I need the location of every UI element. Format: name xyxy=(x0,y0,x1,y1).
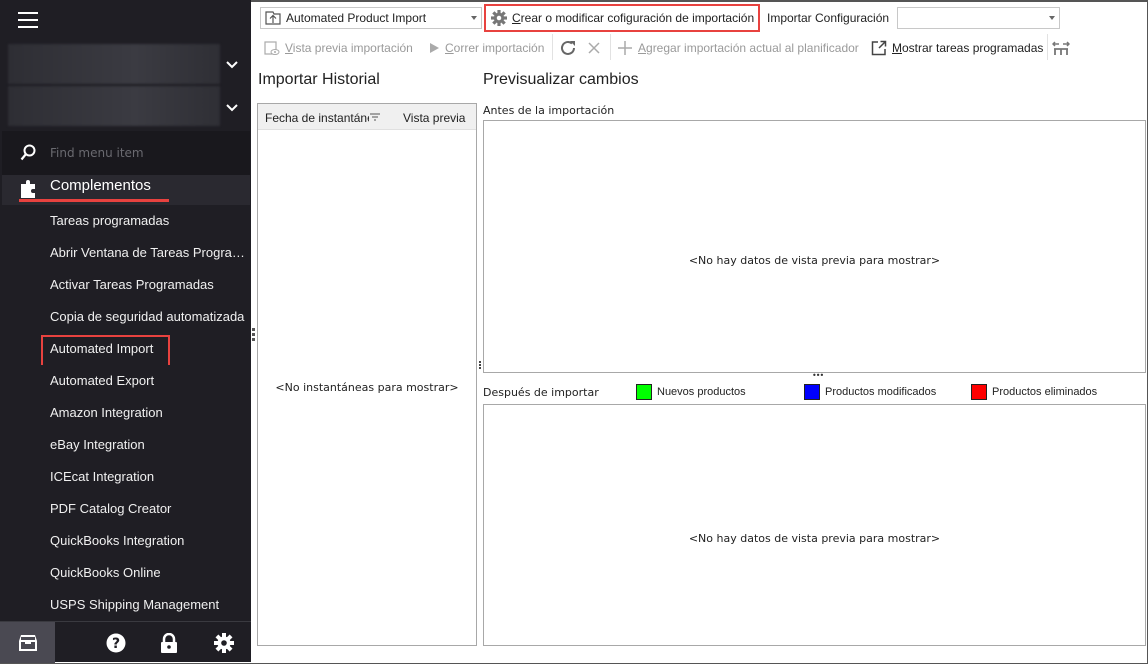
import-config-select[interactable] xyxy=(897,7,1060,29)
column-header-preview[interactable]: Vista previa xyxy=(403,111,465,125)
after-empty-message: <No hay datos de vista previa para mostr… xyxy=(688,532,941,545)
gear-icon xyxy=(214,632,234,653)
toolbar-separator xyxy=(1047,34,1048,60)
sidebar-item-usps-shipping[interactable]: USPS Shipping Management xyxy=(0,589,248,621)
run-import-button[interactable]: Correr importación xyxy=(428,38,544,58)
column-header-snapshot-date[interactable]: Fecha de instantánea xyxy=(265,111,369,125)
dropdown-arrow-icon xyxy=(471,16,477,20)
legend-swatch-green xyxy=(636,384,652,400)
after-import-grid: <No hay datos de vista previa para mostr… xyxy=(483,404,1146,646)
add-to-scheduler-button[interactable]: Agregar importación actual al planificad… xyxy=(617,38,859,58)
import-history-title: Importar Historial xyxy=(258,71,380,88)
sidebar-menu: Tareas programadas Abrir Ventana de Tare… xyxy=(0,205,251,621)
settings-button[interactable] xyxy=(206,622,242,663)
customize-toolbar-icon xyxy=(1052,41,1070,55)
toolbar-primary: Automated Product Import Crear o modific… xyxy=(252,4,1146,32)
import-config-label: Importar Configuración xyxy=(767,11,890,25)
create-modify-config-button[interactable]: Crear o modificar cofiguración de import… xyxy=(484,4,760,32)
history-grid-header: Fecha de instantánea Vista previa xyxy=(258,104,476,130)
lock-button[interactable] xyxy=(151,622,187,663)
preview-changes-title: Previsualizar cambios xyxy=(483,71,639,88)
refresh-button[interactable] xyxy=(559,38,582,58)
add-to-scheduler-label: Agregar importación actual al planificad… xyxy=(638,41,859,55)
plugin-icon xyxy=(21,180,35,198)
show-scheduled-tasks-button[interactable]: Mostrar tareas programadas xyxy=(871,38,1043,58)
sidebar-item-automated-export[interactable]: Automated Export xyxy=(0,365,248,397)
gear-icon xyxy=(491,10,507,26)
sidebar-item-quickbooks-integration[interactable]: QuickBooks Integration xyxy=(0,525,248,557)
toolbar-secondary: Vista previa importación Correr importac… xyxy=(252,34,1146,60)
group-underline xyxy=(19,199,169,202)
sidebar-item-icecat-integration[interactable]: ICEcat Integration xyxy=(0,461,248,493)
import-history-grid: Fecha de instantánea Vista previa <No in… xyxy=(257,103,477,646)
legend-deleted-products: Productos eliminados xyxy=(971,384,1097,400)
blurred-account-selector[interactable] xyxy=(8,86,220,126)
sidebar-bottom-bar: ? xyxy=(0,621,251,663)
preview-import-label: Vista previa importación xyxy=(285,41,413,55)
sidebar-splitter-handle[interactable] xyxy=(252,328,256,342)
import-profile-select[interactable]: Automated Product Import xyxy=(260,7,482,29)
after-import-header: Después de importar Nuevos productos Pro… xyxy=(483,384,1146,402)
create-modify-config-label: Crear o modificar cofiguración de import… xyxy=(512,11,755,25)
hamburger-menu-icon[interactable] xyxy=(18,12,38,30)
sidebar-group-complementos[interactable]: Complementos xyxy=(2,175,250,205)
sidebar-item-tareas-programadas[interactable]: Tareas programadas xyxy=(0,205,248,237)
sidebar-item-automated-import[interactable]: Automated Import xyxy=(0,333,248,365)
svg-text:?: ? xyxy=(112,636,120,652)
chevron-down-icon[interactable] xyxy=(224,58,240,74)
sort-icon[interactable] xyxy=(370,113,380,121)
sidebar-item-abrir-ventana-tareas[interactable]: Abrir Ventana de Tareas Programadas xyxy=(0,237,248,269)
legend-label: Nuevos productos xyxy=(657,386,746,398)
run-import-label: Correr importación xyxy=(445,41,545,55)
help-button[interactable]: ? xyxy=(98,622,134,663)
history-empty-message: <No instantáneas para mostrar> xyxy=(275,381,459,394)
sidebar: Complementos Tareas programadas Abrir Ve… xyxy=(0,0,251,663)
toolbar-separator xyxy=(610,34,611,60)
preview-icon xyxy=(264,41,280,55)
customize-toolbar-button[interactable] xyxy=(1052,38,1075,58)
legend-label: Productos modificados xyxy=(825,386,937,398)
sidebar-item-ebay-integration[interactable]: eBay Integration xyxy=(0,429,248,461)
legend-swatch-red xyxy=(971,384,987,400)
sidebar-item-activar-tareas[interactable]: Activar Tareas Programadas xyxy=(0,269,248,301)
before-import-label: Antes de la importación xyxy=(483,104,615,117)
before-empty-message: <No hay datos de vista previa para mostr… xyxy=(688,254,941,267)
sidebar-item-pdf-catalog[interactable]: PDF Catalog Creator xyxy=(0,493,248,525)
search-icon xyxy=(20,144,36,161)
archive-icon xyxy=(18,634,37,651)
external-link-icon xyxy=(871,40,887,56)
import-profile-value: Automated Product Import xyxy=(286,11,427,25)
cancel-button[interactable] xyxy=(587,38,606,58)
after-import-label: Después de importar xyxy=(483,386,599,399)
archive-button[interactable] xyxy=(0,622,55,663)
preview-splitter-handle[interactable]: ••• xyxy=(812,372,824,380)
play-icon xyxy=(430,43,439,53)
show-scheduled-tasks-label: Mostrar tareas programadas xyxy=(892,41,1044,55)
preview-import-button[interactable]: Vista previa importación xyxy=(264,38,413,58)
before-import-grid: <No hay datos de vista previa para mostr… xyxy=(483,120,1146,373)
import-icon xyxy=(265,11,281,25)
panel-splitter-handle[interactable] xyxy=(479,361,482,371)
legend-swatch-blue xyxy=(804,384,820,400)
legend-new-products: Nuevos productos xyxy=(636,384,746,400)
group-label: Complementos xyxy=(50,177,151,194)
dropdown-arrow-icon xyxy=(1049,16,1055,20)
blurred-store-selector[interactable] xyxy=(8,44,220,84)
lock-icon xyxy=(161,632,177,653)
toolbar-separator xyxy=(552,34,553,60)
sidebar-item-quickbooks-online[interactable]: QuickBooks Online xyxy=(0,557,248,589)
refresh-icon xyxy=(561,40,575,55)
sidebar-item-copia-seguridad[interactable]: Copia de seguridad automatizada xyxy=(0,301,248,333)
close-icon xyxy=(588,42,600,54)
plus-icon xyxy=(618,41,632,55)
sidebar-item-amazon-integration[interactable]: Amazon Integration xyxy=(0,397,248,429)
menu-search-input[interactable] xyxy=(50,143,240,163)
legend-modified-products: Productos modificados xyxy=(804,384,936,400)
chevron-down-icon[interactable] xyxy=(224,101,240,117)
menu-search xyxy=(2,131,250,175)
legend-label: Productos eliminados xyxy=(992,386,1098,398)
help-icon: ? xyxy=(106,633,126,652)
